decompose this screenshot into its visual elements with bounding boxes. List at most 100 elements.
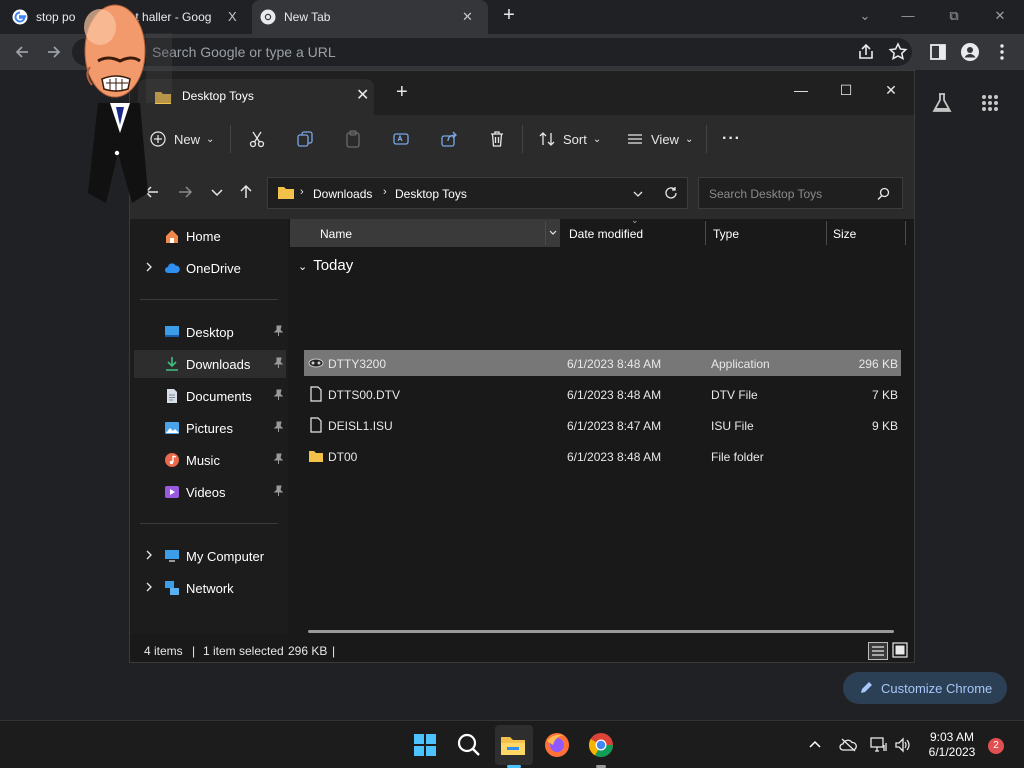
group-header-today[interactable]: ⌄ Today xyxy=(298,257,353,274)
column-header-size[interactable]: Size xyxy=(827,219,905,247)
new-tab-button[interactable]: + xyxy=(499,5,519,26)
videos-icon xyxy=(165,486,179,498)
command-bar: New ⌄ Sort ⌄ View ⌄ ··· xyxy=(130,115,914,163)
close-window-icon[interactable]: ✕ xyxy=(876,79,906,101)
browser-tab-new-tab[interactable]: New Tab ✕ xyxy=(252,0,488,34)
nav-label: Downloads xyxy=(186,357,251,372)
paste-icon[interactable] xyxy=(344,130,362,148)
nav-item-pictures[interactable]: Pictures xyxy=(134,414,286,442)
column-header-type[interactable]: Type xyxy=(706,219,826,247)
expand-chevron-icon[interactable] xyxy=(144,582,154,592)
minimize-icon[interactable]: — xyxy=(786,79,816,101)
minimize-icon[interactable]: — xyxy=(898,6,918,26)
expand-chevron-icon[interactable] xyxy=(144,550,154,560)
omnibox-input[interactable]: Search Google or type a URL xyxy=(152,44,336,60)
restore-icon[interactable]: ⧉ xyxy=(944,6,964,26)
address-row: › Downloads › Desktop Toys Search Deskto… xyxy=(130,163,914,219)
back-icon[interactable] xyxy=(12,42,32,62)
tiles-view-icon[interactable] xyxy=(892,642,908,658)
labs-flask-icon[interactable] xyxy=(931,92,953,114)
customize-chrome-button[interactable]: Customize Chrome xyxy=(843,672,1007,704)
firefox-icon[interactable] xyxy=(543,731,571,759)
browser-tab-title: New Tab xyxy=(284,10,331,24)
file-name: DTTY3200 xyxy=(328,357,387,371)
share-icon[interactable] xyxy=(856,42,876,62)
tab-search-icon[interactable]: ⌄ xyxy=(855,6,875,26)
nav-item-network[interactable]: Network xyxy=(134,574,286,602)
more-options-button[interactable]: ··· xyxy=(722,127,741,151)
file-row-dt00[interactable]: DT00 6/1/2023 8:48 AM File folder xyxy=(304,443,901,469)
cut-icon[interactable] xyxy=(248,130,266,148)
nav-item-my-computer[interactable]: My Computer xyxy=(134,542,286,570)
up-arrow-icon[interactable] xyxy=(238,184,254,200)
pin-icon[interactable] xyxy=(272,453,284,465)
search-icon[interactable] xyxy=(455,731,483,759)
nav-item-videos[interactable]: Videos xyxy=(134,478,286,506)
forward-icon[interactable] xyxy=(44,42,64,62)
search-field[interactable]: Search Desktop Toys xyxy=(698,177,903,209)
close-tab-icon[interactable]: ✕ xyxy=(462,9,473,25)
bookmark-star-icon[interactable] xyxy=(888,42,908,62)
system-clock[interactable]: 9:03 AM 6/1/2023 xyxy=(920,730,984,760)
clock-date: 6/1/2023 xyxy=(928,745,976,759)
clock-time: 9:03 AM xyxy=(929,730,975,744)
address-bar[interactable]: › Downloads › Desktop Toys xyxy=(267,177,688,209)
column-header-name[interactable]: Name xyxy=(290,219,560,247)
show-hidden-icons-chevron-icon[interactable] xyxy=(808,738,822,752)
close-tab-icon[interactable]: ✕ xyxy=(356,85,369,105)
file-size: 296 KB xyxy=(858,357,898,371)
windows-start-icon[interactable] xyxy=(411,731,439,759)
forward-icon[interactable] xyxy=(177,184,193,200)
refresh-icon[interactable] xyxy=(664,186,678,200)
rename-icon[interactable] xyxy=(392,130,410,148)
file-row-dtty3200[interactable]: DTTY3200 6/1/2023 8:48 AM Application 29… xyxy=(304,350,901,376)
column-header-date[interactable]: Date modified ⌄ xyxy=(561,215,705,247)
nav-item-onedrive[interactable]: OneDrive xyxy=(134,254,286,282)
close-window-icon[interactable]: ✕ xyxy=(990,6,1010,26)
view-button[interactable]: View ⌄ xyxy=(627,127,693,151)
status-bar: 4 items | 1 item selected 296 KB | xyxy=(130,634,914,662)
expand-chevron-icon[interactable] xyxy=(144,262,154,272)
profile-icon[interactable] xyxy=(960,42,980,62)
file-explorer-icon[interactable] xyxy=(499,731,527,759)
search-icon[interactable] xyxy=(877,187,890,200)
copy-icon[interactable] xyxy=(296,130,314,148)
menu-kebab-icon[interactable] xyxy=(992,42,1012,62)
pin-icon[interactable] xyxy=(272,421,284,433)
recent-locations-chevron-icon[interactable] xyxy=(209,184,225,200)
breadcrumb-desktop-toys[interactable]: Desktop Toys xyxy=(395,187,467,201)
chrome-icon[interactable] xyxy=(587,731,615,759)
file-row-deisl1[interactable]: DEISL1.ISU 6/1/2023 8:47 AM ISU File 9 K… xyxy=(304,412,901,438)
volume-icon[interactable] xyxy=(894,737,912,753)
details-view-icon[interactable] xyxy=(868,642,888,660)
nav-item-documents[interactable]: Documents xyxy=(134,382,286,410)
nav-item-home[interactable]: Home xyxy=(134,222,286,250)
new-tab-button[interactable]: + xyxy=(396,81,408,104)
file-row-dtts00[interactable]: DTTS00.DTV 6/1/2023 8:48 AM DTV File 7 K… xyxy=(304,381,901,407)
horizontal-scrollbar[interactable] xyxy=(308,630,894,633)
google-apps-icon[interactable] xyxy=(981,94,999,112)
item-count: 4 items xyxy=(144,644,183,658)
pin-icon[interactable] xyxy=(272,485,284,497)
nav-item-music[interactable]: Music xyxy=(134,446,286,474)
close-tab-icon[interactable]: X xyxy=(228,9,237,24)
column-filter-chevron-icon[interactable] xyxy=(548,228,558,238)
pin-icon[interactable] xyxy=(272,357,284,369)
sort-button[interactable]: Sort ⌄ xyxy=(539,127,601,151)
side-panel-icon[interactable] xyxy=(928,42,948,62)
omnibox[interactable]: Search Google or type a URL xyxy=(72,38,912,66)
desktop-toy-character[interactable] xyxy=(78,3,174,203)
onedrive-cloud-icon[interactable] xyxy=(839,737,857,753)
address-history-chevron-icon[interactable] xyxy=(632,188,644,200)
breadcrumb-downloads[interactable]: Downloads xyxy=(313,187,372,201)
network-monitor-icon[interactable] xyxy=(870,737,888,753)
nav-item-downloads[interactable]: Downloads xyxy=(134,350,286,378)
pin-icon[interactable] xyxy=(272,389,284,401)
search-input[interactable]: Search Desktop Toys xyxy=(709,187,822,201)
share-icon[interactable] xyxy=(440,130,458,148)
delete-icon[interactable] xyxy=(488,130,506,148)
pin-icon[interactable] xyxy=(272,325,284,337)
maximize-icon[interactable]: ☐ xyxy=(831,79,861,101)
nav-item-desktop[interactable]: Desktop xyxy=(134,318,286,346)
notification-badge[interactable]: 2 xyxy=(988,738,1004,754)
